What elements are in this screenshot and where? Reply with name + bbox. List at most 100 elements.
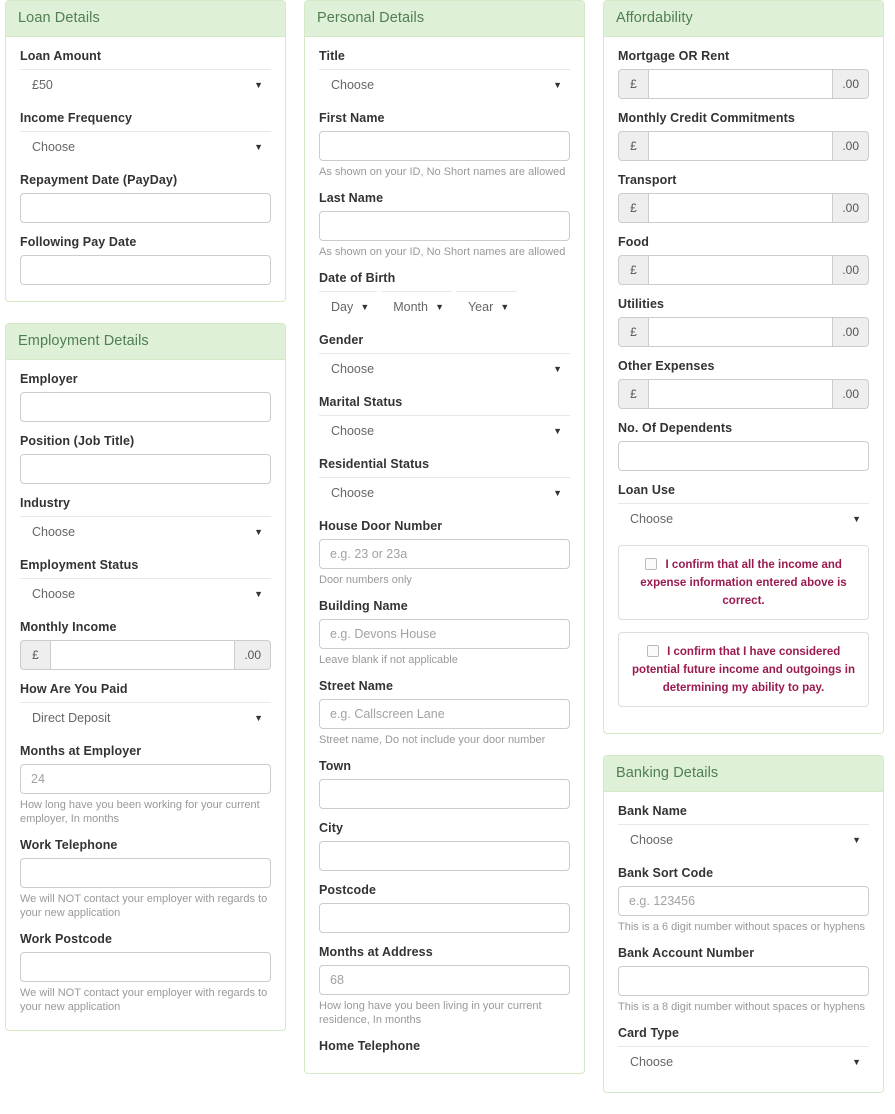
input-postcode[interactable] [319,903,570,933]
chevron-down-icon: ▼ [852,834,861,845]
select-card-type[interactable]: Choose ▼ [618,1046,869,1076]
checkbox-confirm-future-income[interactable] [646,645,659,657]
decimal-suffix-addon: .00 [833,379,869,409]
decimal-suffix-addon: .00 [833,69,869,99]
input-house-door-number[interactable] [319,539,570,569]
field-marital-status: Marital Status Choose ▼ [319,395,570,445]
confirm-income-box[interactable]: I confirm that all the income and expens… [618,545,869,620]
input-monthly-income[interactable] [50,640,236,670]
select-bank-name[interactable]: Choose ▼ [618,824,869,854]
confirm-future-income-box[interactable]: I confirm that I have considered potenti… [618,632,869,707]
decimal-suffix-addon: .00 [235,640,271,670]
chevron-down-icon: ▼ [254,712,263,723]
input-other-expenses[interactable] [648,379,834,409]
label-building-name: Building Name [319,599,408,613]
select-loan-amount[interactable]: £50 ▼ [20,69,271,99]
currency-symbol-addon: £ [618,255,648,285]
chevron-down-icon: ▼ [553,487,562,498]
select-dob-year-value: Year [467,299,494,314]
select-residential-status-value: Choose [331,485,375,500]
input-months-at-address[interactable] [319,965,570,995]
input-city[interactable] [319,841,570,871]
input-town[interactable] [319,779,570,809]
help-work-telephone: We will NOT contact your employer with r… [20,893,268,919]
select-employment-status[interactable]: Choose ▼ [20,578,271,608]
field-house-door-number: House Door Number Door numbers only [319,519,570,587]
input-employer[interactable] [20,392,271,422]
input-bank-account-number[interactable] [618,966,869,996]
label-title: Title [319,49,345,63]
input-food[interactable] [648,255,834,285]
select-loan-use[interactable]: Choose ▼ [618,503,869,533]
chevron-down-icon: ▼ [852,513,861,524]
field-repayment-date: Repayment Date (PayDay) [20,173,271,223]
input-repayment-date[interactable] [20,193,271,223]
field-transport: Transport £ .00 [618,173,869,223]
checkbox-confirm-income[interactable] [645,558,658,570]
field-months-at-address: Months at Address How long have you been… [319,945,570,1027]
select-how-are-you-paid-value: Direct Deposit [32,710,111,725]
input-group-monthly-credit-commitments: £ .00 [618,131,869,161]
chevron-down-icon: ▼ [435,301,444,312]
field-work-postcode: Work Postcode We will NOT contact your e… [20,932,271,1014]
label-bank-account-number: Bank Account Number [618,946,755,960]
help-first-name: As shown on your ID, No Short names are … [319,166,566,178]
input-last-name[interactable] [319,211,570,241]
field-home-telephone: Home Telephone [319,1039,570,1053]
field-bank-name: Bank Name Choose ▼ [618,804,869,854]
panel-employment-details: Employment Details Employer Position (Jo… [5,323,286,1031]
input-position[interactable] [20,454,271,484]
field-position: Position (Job Title) [20,434,271,484]
input-no-of-dependents[interactable] [618,441,869,471]
input-mortgage-or-rent[interactable] [648,69,834,99]
chevron-down-icon: ▼ [254,588,263,599]
select-how-are-you-paid[interactable]: Direct Deposit ▼ [20,702,271,732]
select-dob-month[interactable]: Month ▼ [381,291,452,321]
input-building-name[interactable] [319,619,570,649]
field-how-are-you-paid: How Are You Paid Direct Deposit ▼ [20,682,271,732]
select-marital-status[interactable]: Choose ▼ [319,415,570,445]
input-following-pay-date[interactable] [20,255,271,285]
input-work-telephone[interactable] [20,858,271,888]
label-other-expenses: Other Expenses [618,359,715,373]
label-last-name: Last Name [319,191,384,205]
select-loan-amount-value: £50 [32,77,53,92]
input-utilities[interactable] [648,317,834,347]
field-food: Food £ .00 [618,235,869,285]
select-gender[interactable]: Choose ▼ [319,353,570,383]
column-left: Loan Details Loan Amount £50 ▼ Income Fr… [5,0,286,1052]
select-residential-status[interactable]: Choose ▼ [319,477,570,507]
chevron-down-icon: ▼ [852,1056,861,1067]
field-income-frequency: Income Frequency Choose ▼ [20,111,271,161]
input-transport[interactable] [648,193,834,223]
select-dob-year[interactable]: Year ▼ [455,291,518,321]
select-income-frequency[interactable]: Choose ▼ [20,131,271,161]
input-months-at-employer[interactable] [20,764,271,794]
panel-affordability: Affordability Mortgage OR Rent £ .00 Mon… [603,0,884,734]
select-title[interactable]: Choose ▼ [319,69,570,99]
chevron-down-icon: ▼ [500,301,510,312]
label-city: City [319,821,344,835]
label-repayment-date: Repayment Date (PayDay) [20,173,178,187]
input-first-name[interactable] [319,131,570,161]
confirm-future-income-text: I confirm that I have considered potenti… [632,646,855,694]
form-columns: Loan Details Loan Amount £50 ▼ Income Fr… [0,0,895,1114]
field-utilities: Utilities £ .00 [618,297,869,347]
panel-title-employment-details: Employment Details [6,324,285,360]
label-following-pay-date: Following Pay Date [20,235,137,249]
column-middle: Personal Details Title Choose ▼ First Na… [304,0,585,1095]
field-last-name: Last Name As shown on your ID, No Short … [319,191,570,259]
label-position: Position (Job Title) [20,434,135,448]
input-work-postcode[interactable] [20,952,271,982]
field-gender: Gender Choose ▼ [319,333,570,383]
select-dob-day[interactable]: Day ▼ [319,291,378,321]
field-following-pay-date: Following Pay Date [20,235,271,285]
field-employment-status: Employment Status Choose ▼ [20,558,271,608]
input-monthly-credit-commitments[interactable] [648,131,834,161]
panel-personal-details: Personal Details Title Choose ▼ First Na… [304,0,585,1074]
select-industry[interactable]: Choose ▼ [20,516,271,546]
select-dob-day-value: Day [331,299,354,314]
input-street-name[interactable] [319,699,570,729]
input-bank-sort-code[interactable] [618,886,869,916]
label-food: Food [618,235,649,249]
